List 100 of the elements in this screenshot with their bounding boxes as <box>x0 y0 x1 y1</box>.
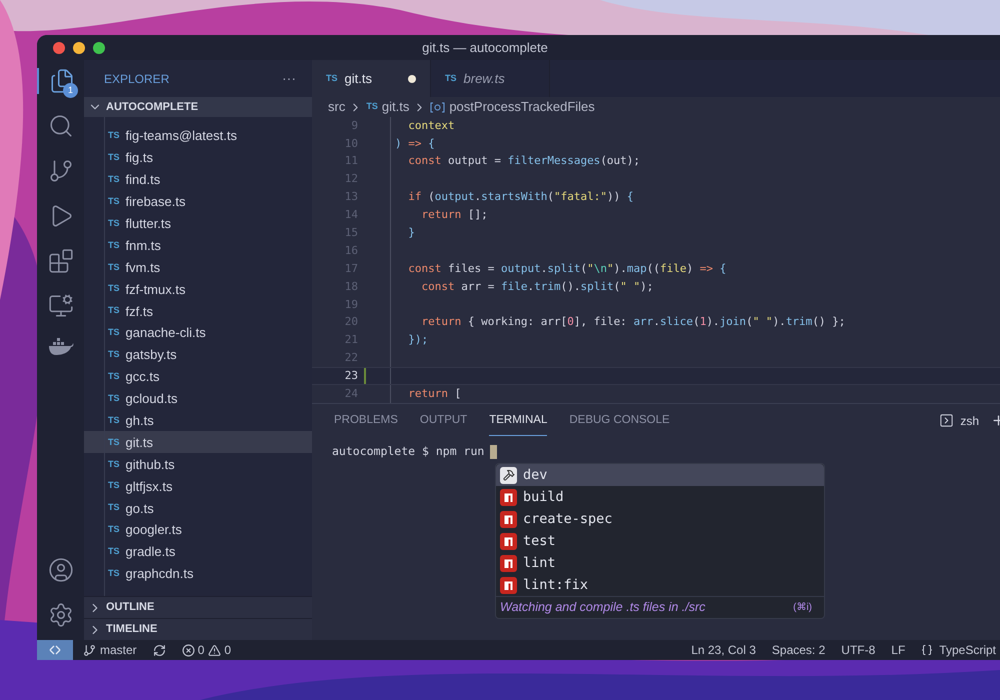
encoding[interactable]: UTF-8 <box>841 641 876 659</box>
file-item[interactable]: TS firebase.ts <box>84 190 312 213</box>
branch-name[interactable]: master <box>100 641 137 659</box>
suggestion-item[interactable]: lint <box>496 552 824 574</box>
language-mode[interactable]: TypeScript <box>939 641 996 659</box>
file-item[interactable]: TS git.ts <box>84 431 312 454</box>
maximize-button[interactable] <box>93 42 105 54</box>
terminal-icon <box>939 413 954 428</box>
suggestion-item[interactable]: build <box>496 486 824 508</box>
file-item[interactable]: TS fig-teams@latest.ts <box>84 125 312 147</box>
remote-explorer-icon[interactable] <box>48 293 74 319</box>
file-item[interactable]: TS graphcdn.ts <box>84 562 312 585</box>
file-item[interactable]: TS gatsby.ts <box>84 344 312 366</box>
line-number: 14 <box>344 207 358 224</box>
package-icon <box>500 510 517 528</box>
indentation[interactable]: Spaces: 2 <box>772 641 826 659</box>
package-icon <box>500 576 517 594</box>
file-item[interactable]: TS fvm.ts <box>84 256 312 278</box>
file-item[interactable]: TS gcloud.ts <box>84 388 312 410</box>
breadcrumb-item[interactable]: git.ts <box>382 97 410 117</box>
file-item[interactable]: TS ganache-cli.ts <box>84 322 312 344</box>
file-item[interactable]: TS find.ts <box>84 168 312 191</box>
typescript-file-icon: TS <box>108 238 120 252</box>
line-number: 16 <box>344 242 358 259</box>
package-icon <box>500 554 517 572</box>
file-item[interactable]: TS fnm.ts <box>84 234 312 256</box>
typescript-file-icon: TS <box>108 458 120 472</box>
code-line: return { working: arr[0], file: arr.slice(1).join(" ").trim() }; <box>420 314 846 330</box>
file-item[interactable]: TS gradle.ts <box>84 540 312 563</box>
error-count[interactable]: 0 <box>198 641 204 659</box>
file-item[interactable]: TS flutter.ts <box>84 212 312 234</box>
breadcrumb-item[interactable]: src <box>328 97 346 117</box>
suggestion-item[interactable]: create-spec <box>496 508 824 530</box>
file-item[interactable]: TS fig.ts <box>84 146 312 169</box>
package-icon <box>500 532 517 550</box>
code-line: const arr = file.trim().split(" "); <box>420 278 654 295</box>
typescript-file-icon: TS <box>108 304 120 318</box>
tools-icon <box>500 466 517 484</box>
settings-icon[interactable] <box>48 602 74 628</box>
breadcrumb-item[interactable]: postProcessTrackedFiles <box>449 97 595 117</box>
typescript-file-icon: TS <box>108 216 120 230</box>
sync-icon[interactable] <box>152 644 166 656</box>
panel-tab[interactable]: DEBUG CONSOLE <box>569 404 670 436</box>
typescript-file-icon: TS <box>366 100 378 114</box>
file-item[interactable]: TS go.ts <box>84 497 312 520</box>
line-number: 13 <box>344 189 358 206</box>
code-line: return [ <box>407 386 462 402</box>
code-line: ) => { <box>394 136 435 152</box>
file-item[interactable]: TS googler.ts <box>84 519 312 541</box>
file-item[interactable]: TS gltfjsx.ts <box>84 475 312 498</box>
minimize-button[interactable] <box>73 42 85 54</box>
line-number: 19 <box>344 296 358 313</box>
panel-tab[interactable]: TERMINAL <box>489 404 548 436</box>
warning-count[interactable]: 0 <box>224 641 232 659</box>
file-item[interactable]: TS github.ts <box>84 453 312 476</box>
suggestion-description: Watching and compile .ts files in ./src <box>500 599 706 616</box>
search-icon[interactable] <box>48 113 74 139</box>
remote-button[interactable] <box>37 640 73 660</box>
symbol-icon <box>430 102 446 112</box>
panel-tab[interactable]: PROBLEMS <box>334 404 398 436</box>
typescript-file-icon: TS <box>108 172 120 186</box>
cursor-position[interactable]: Ln 23, Col 3 <box>691 641 756 659</box>
source-control-icon[interactable] <box>48 158 74 184</box>
panel-tab[interactable]: OUTPUT <box>420 404 468 436</box>
typescript-file-icon: TS <box>108 501 120 515</box>
braces-icon <box>921 644 934 656</box>
line-number: 20 <box>344 314 358 330</box>
suggestion-item[interactable]: lint:fix <box>496 574 824 596</box>
remote-icon <box>49 645 61 655</box>
line-ending[interactable]: LF <box>891 641 906 659</box>
shell-name[interactable]: zsh <box>960 412 979 430</box>
more-actions[interactable]: ··· <box>282 68 296 89</box>
file-item[interactable]: TS gcc.ts <box>84 366 312 388</box>
window-title: git.ts — autocomplete <box>422 38 548 57</box>
suggestion-item[interactable]: dev <box>496 464 824 486</box>
file-item[interactable]: TS fzf-tmux.ts <box>84 278 312 300</box>
line-number: 12 <box>344 171 358 188</box>
file-item[interactable]: TS gh.ts <box>84 410 312 432</box>
package-icon <box>500 488 517 506</box>
line-number: 22 <box>344 350 358 366</box>
line-number: 23 <box>344 368 358 384</box>
code-line: } <box>407 225 415 242</box>
folder-header[interactable]: AUTOCOMPLETE <box>84 97 312 117</box>
explorer-title: EXPLORER <box>104 70 170 88</box>
typescript-file-icon: TS <box>108 194 120 208</box>
close-button[interactable] <box>53 42 65 54</box>
extensions-icon[interactable] <box>48 248 74 274</box>
warning-icon <box>208 644 222 656</box>
line-number: 18 <box>344 278 358 295</box>
section-header[interactable]: TIMELINE <box>84 618 312 640</box>
files-icon[interactable] <box>48 68 74 94</box>
typescript-file-icon: TS <box>108 151 120 165</box>
account-icon[interactable] <box>48 557 74 583</box>
editor-tab[interactable]: TS git.ts <box>312 60 431 97</box>
typescript-file-icon: TS <box>108 567 120 580</box>
suggestion-item[interactable]: test <box>496 530 824 552</box>
file-item[interactable]: TS fzf.ts <box>84 300 312 322</box>
typescript-file-icon: TS <box>326 72 338 86</box>
whale-icon[interactable] <box>48 338 74 356</box>
section-header[interactable]: OUTLINE <box>84 596 312 618</box>
